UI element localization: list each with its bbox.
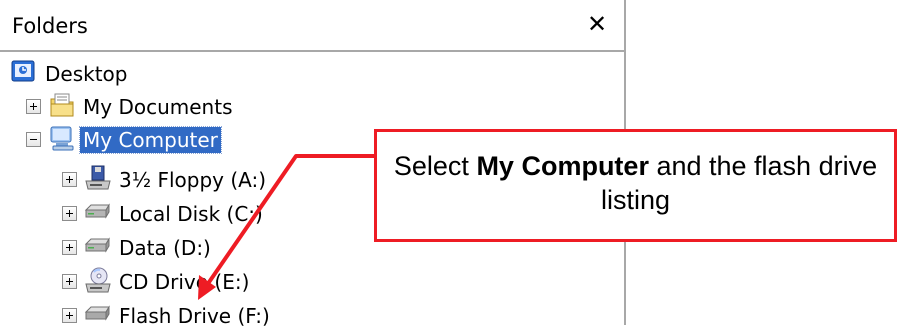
hard-drive-icon [84,232,114,260]
tree-item[interactable]: Flash Drive (F:) [0,298,620,332]
tree-item-label[interactable]: My Documents [80,94,235,120]
desktop-icon [10,58,40,86]
expand-icon[interactable] [62,240,77,255]
tree-item-label[interactable]: CD Drive (E:) [116,269,252,295]
tree-item[interactable]: Desktop [0,56,620,90]
tree-item-label[interactable]: My Computer [79,126,222,154]
floppy-drive-icon [84,164,114,192]
close-icon[interactable]: ✕ [582,9,612,39]
instruction-callout: Select My Computer and the flash drive l… [374,129,897,242]
callout-text-bold: My Computer [476,151,649,181]
hard-drive-icon [84,198,114,226]
expand-icon[interactable] [62,274,77,289]
my-computer-icon [48,124,78,152]
tree-item-label[interactable]: 3½ Floppy (A:) [116,167,269,193]
tree-item-label[interactable]: Local Disk (C:) [116,201,266,227]
flash-drive-icon [84,300,114,328]
tree-item[interactable]: My Documents [0,89,620,123]
expand-icon[interactable] [26,99,41,114]
cd-drive-icon [84,266,114,294]
tree-item[interactable]: CD Drive (E:) [0,264,620,298]
callout-text-before: Select [393,151,477,181]
folders-header: Folders ✕ [0,0,624,52]
tree-item-label[interactable]: Flash Drive (F:) [116,303,273,329]
folders-title: Folders [12,14,88,38]
expand-icon[interactable] [62,206,77,221]
my-documents-icon [48,91,78,119]
expand-icon[interactable] [62,308,77,323]
collapse-icon[interactable] [26,132,41,147]
tree-item-label[interactable]: Desktop [42,61,130,87]
expand-icon[interactable] [62,172,77,187]
tree-item-label[interactable]: Data (D:) [116,235,214,261]
